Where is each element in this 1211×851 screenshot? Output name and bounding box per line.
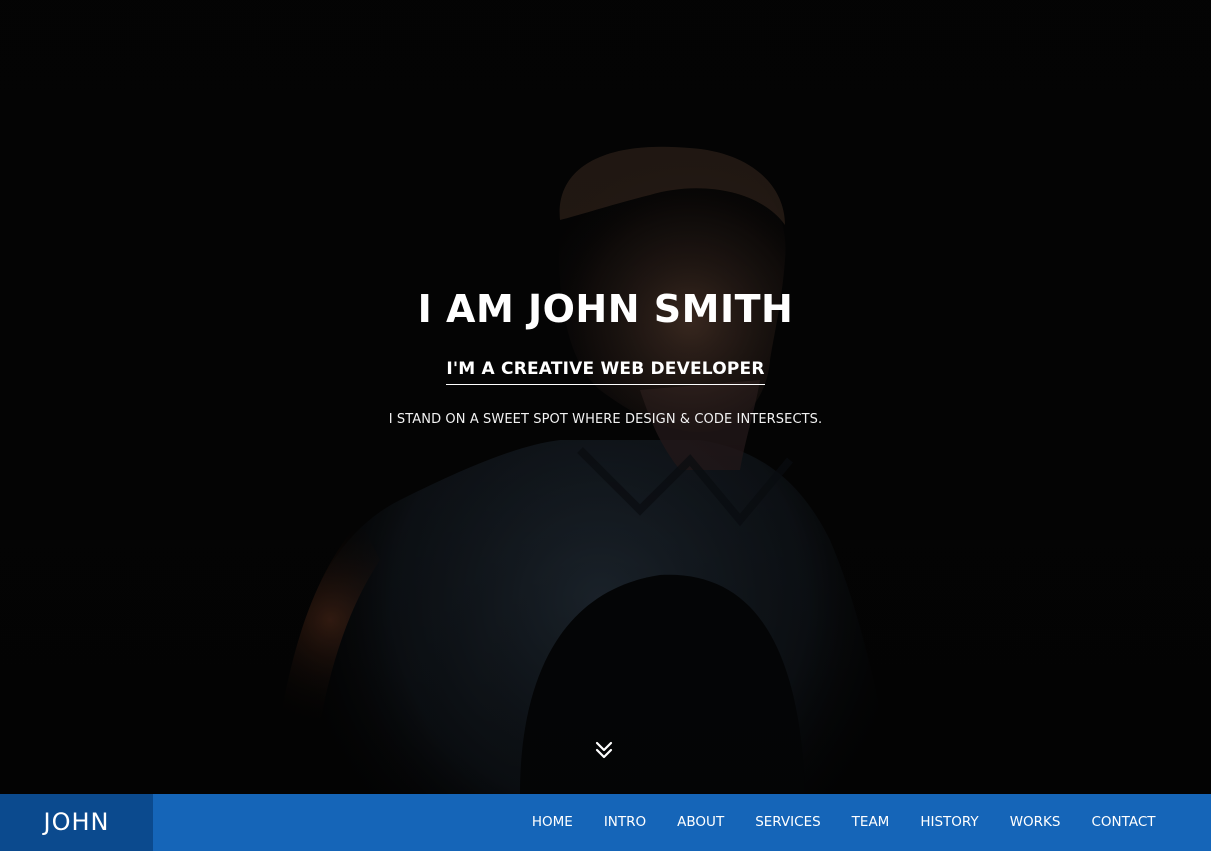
double-chevron-down-icon[interactable] [594,740,614,760]
hero-tagline: I STAND ON A SWEET SPOT WHERE DESIGN & C… [388,412,823,427]
hero-section: I AM JOHN SMITH I'M A CREATIVE WEB DEVEL… [0,0,1211,794]
hero-content: I AM JOHN SMITH I'M A CREATIVE WEB DEVEL… [0,284,1211,429]
hero-subtitle: I'M A CREATIVE WEB DEVELOPER [446,359,765,379]
nav-menu: HOME INTRO ABOUT SERVICES TEAM HISTORY W… [516,794,1171,851]
nav-item-about[interactable]: ABOUT [662,794,740,851]
nav-item-team[interactable]: TEAM [836,794,905,851]
nav-item-contact[interactable]: CONTACT [1076,794,1171,851]
nav-item-intro[interactable]: INTRO [588,794,661,851]
nav-item-home[interactable]: HOME [516,794,588,851]
bottom-navbar: JOHN HOME INTRO ABOUT SERVICES TEAM HIST… [0,794,1211,851]
hero-title: I AM JOHN SMITH [417,287,794,331]
nav-item-works[interactable]: WORKS [994,794,1076,851]
nav-item-history[interactable]: HISTORY [905,794,994,851]
brand-logo[interactable]: JOHN [0,794,153,851]
hero-subtitle-underline: I'M A CREATIVE WEB DEVELOPER [446,358,765,385]
nav-item-services[interactable]: SERVICES [740,794,836,851]
